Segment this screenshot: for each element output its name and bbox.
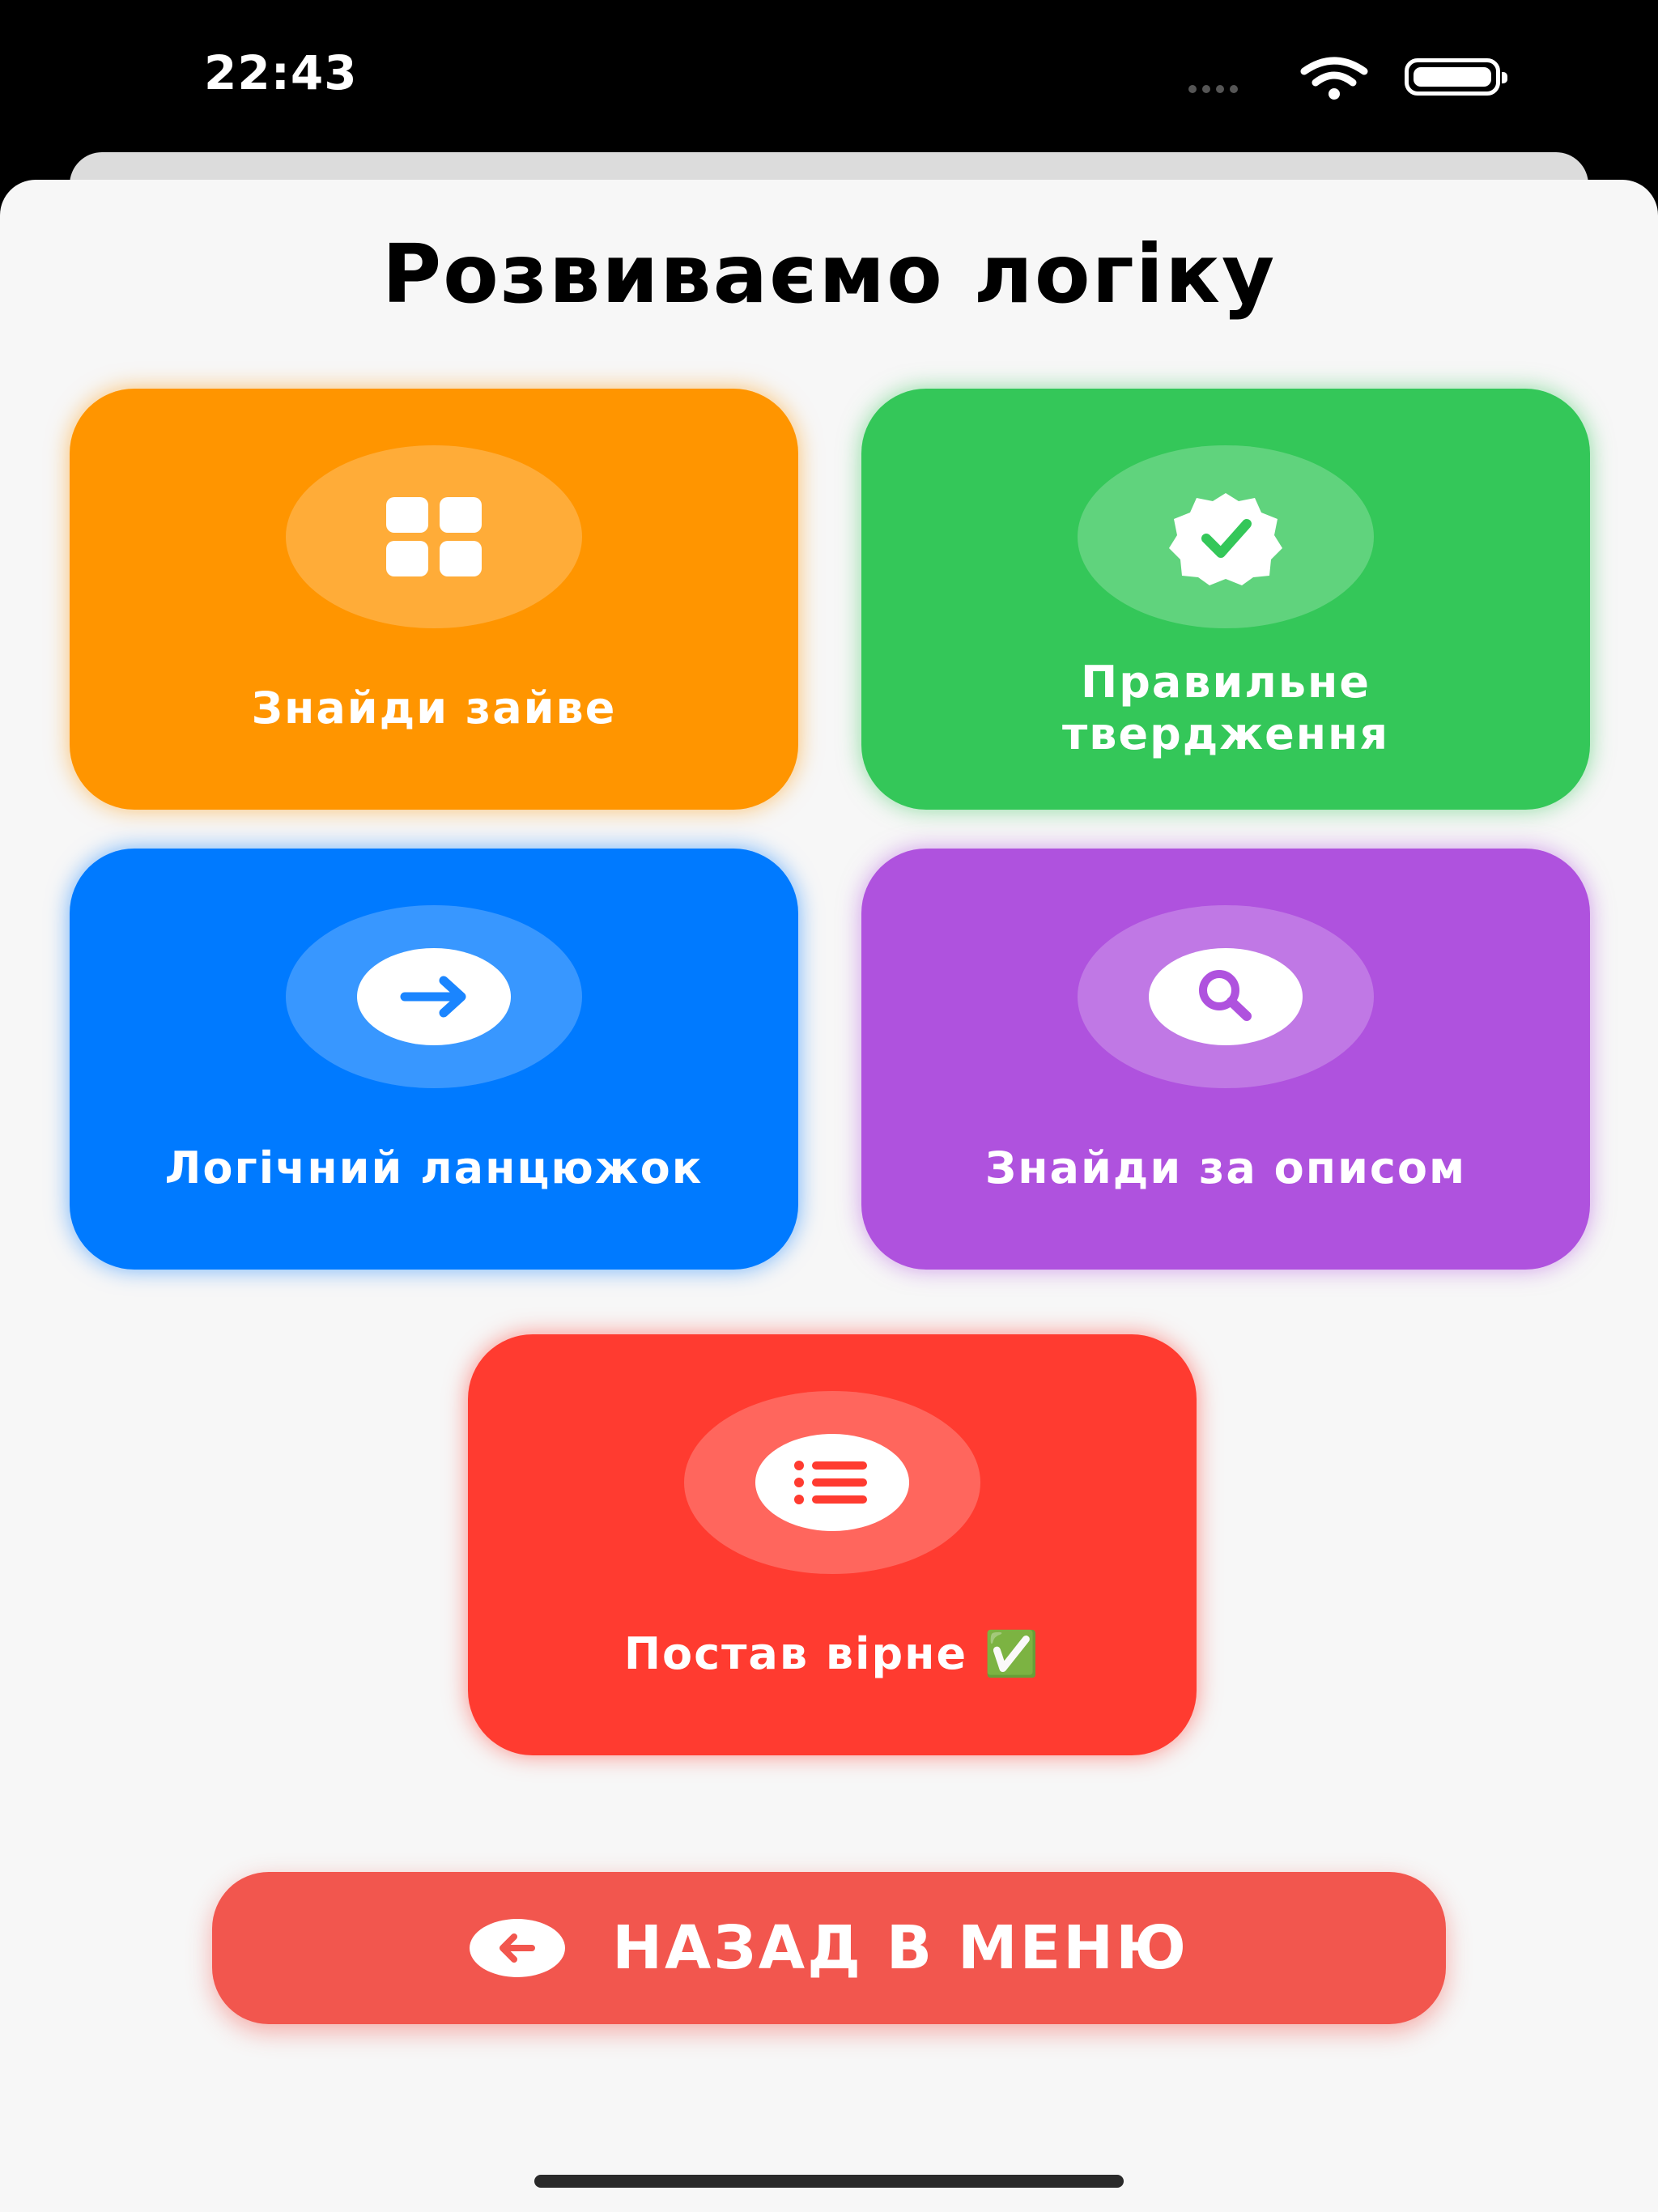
status-bar: 22:43 xyxy=(0,0,1658,154)
signal-dots-icon xyxy=(1188,81,1244,96)
tile-find-by-description[interactable]: Знайди за описом xyxy=(861,849,1590,1270)
wifi-icon xyxy=(1300,57,1368,100)
tile-icon-circle xyxy=(286,445,582,628)
tile-find-extra[interactable]: Знайди зайве xyxy=(70,389,798,810)
page-title: Розвиваємо логіку xyxy=(381,227,1277,321)
tile-label: Постав вірне ✅ xyxy=(623,1628,1041,1679)
tile-label: Знайди зайве xyxy=(251,683,617,734)
battery-icon xyxy=(1405,58,1507,96)
back-to-menu-button[interactable]: НАЗАД В МЕНЮ xyxy=(212,1872,1446,2024)
tile-label: Логічний ланцюжок xyxy=(164,1142,704,1193)
back-button-label: НАЗАД В МЕНЮ xyxy=(612,1913,1188,1983)
tile-logic-chain[interactable]: Логічний ланцюжок xyxy=(70,849,798,1270)
home-indicator[interactable] xyxy=(534,2175,1124,2188)
arrow-left-circle-icon xyxy=(470,1919,566,1977)
tile-icon-circle xyxy=(286,905,582,1088)
tile-label: Правильне твердження xyxy=(1061,657,1389,759)
magnifier-icon xyxy=(1149,948,1303,1045)
list-icon xyxy=(755,1434,909,1531)
tile-icon-circle xyxy=(684,1391,980,1574)
tile-icon-circle xyxy=(1078,445,1374,628)
tile-icon-circle xyxy=(1078,905,1374,1088)
tile-place-correct[interactable]: Постав вірне ✅ xyxy=(468,1334,1197,1755)
tile-correct-statement[interactable]: Правильне твердження xyxy=(861,389,1590,810)
grid-icon xyxy=(357,488,511,585)
status-time: 22:43 xyxy=(204,45,358,100)
arrow-right-icon xyxy=(357,948,511,1045)
tile-label: Знайди за описом xyxy=(984,1142,1467,1193)
verified-badge-icon xyxy=(1149,488,1303,585)
